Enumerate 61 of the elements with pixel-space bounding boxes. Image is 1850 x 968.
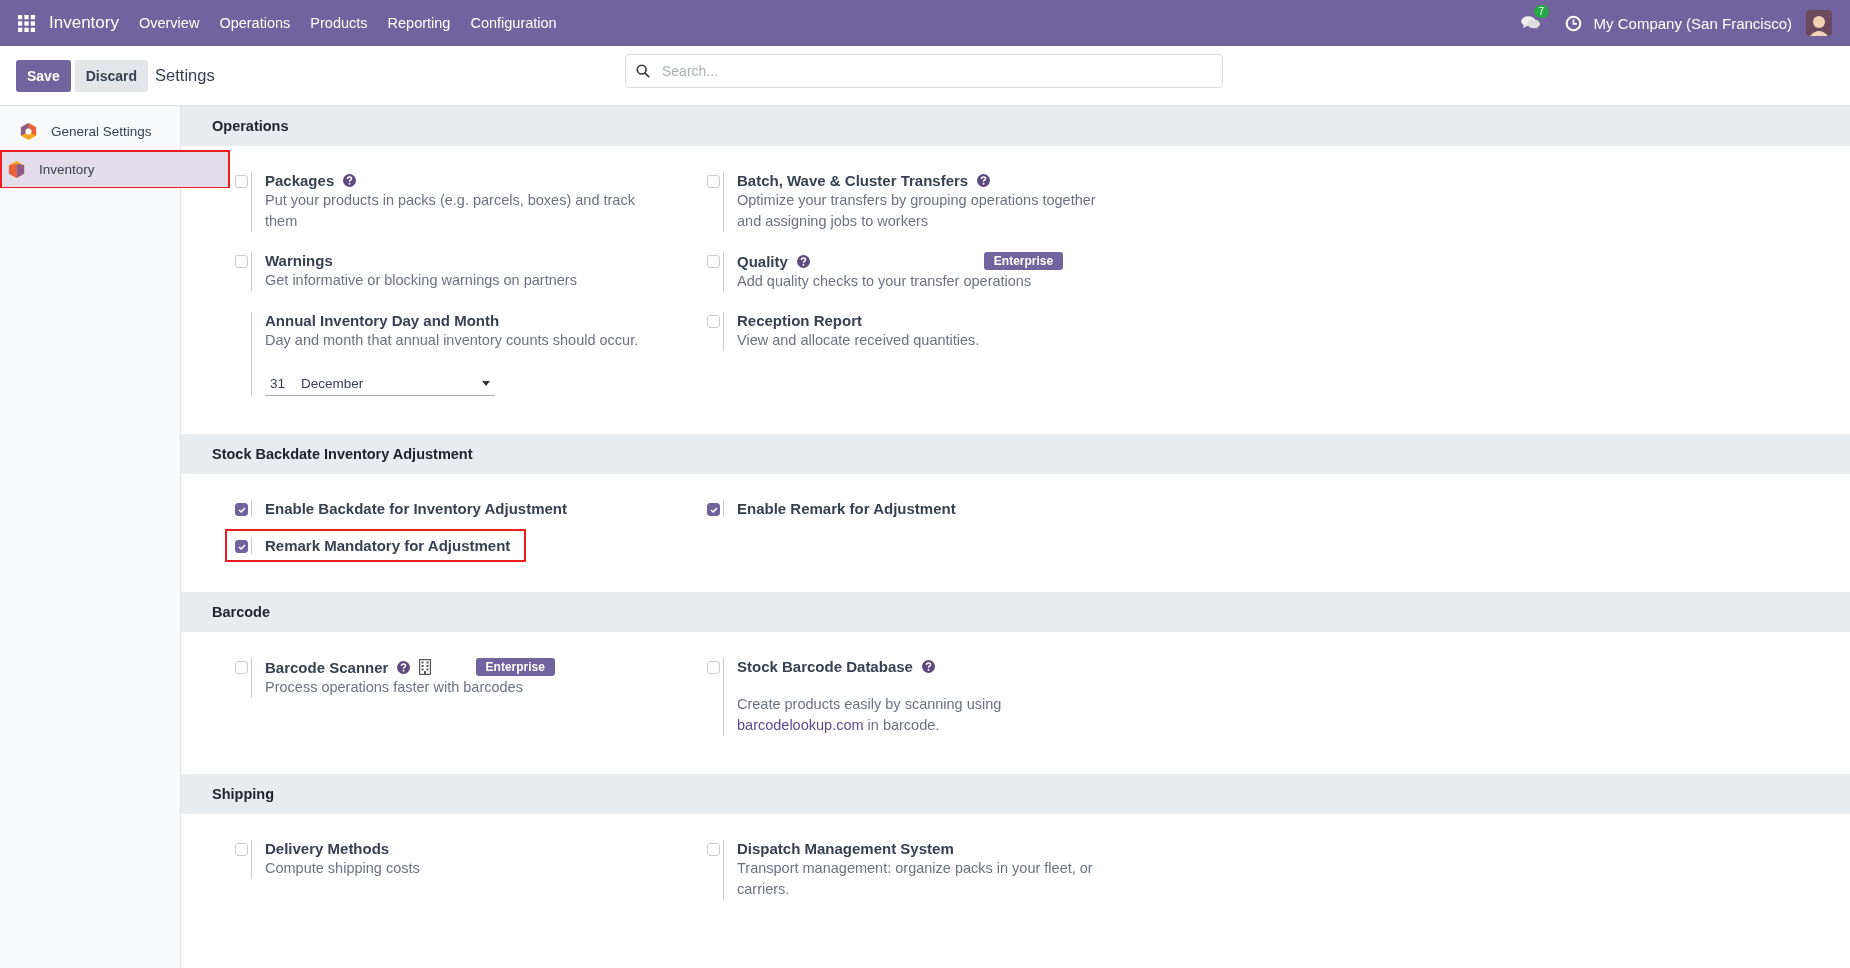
help-icon[interactable] [397, 660, 411, 674]
setting-title: Stock Barcode Database [737, 658, 913, 675]
company-switcher[interactable]: My Company (San Francisco) [1593, 14, 1792, 32]
setting-title: Packages [265, 172, 335, 189]
help-icon[interactable] [977, 174, 991, 187]
date-select[interactable]: 31 December [265, 373, 495, 396]
help-icon[interactable] [343, 174, 357, 187]
setting-title: Quality [737, 252, 788, 270]
sidebar-item[interactable]: General Settings [0, 112, 180, 150]
caret-icon [482, 381, 490, 386]
link[interactable]: barcodelookup.com [737, 717, 864, 733]
setting-title: Enable Remark for Adjustment [737, 500, 956, 517]
enterprise-badge: Enterprise [983, 252, 1064, 270]
section-header: Operations [181, 106, 1850, 146]
menu-item[interactable]: Overview [138, 15, 200, 31]
setting-description: Day and month that annual inventory counts should occur. [265, 331, 640, 350]
message-count-badge: 7 [1533, 5, 1550, 18]
setting-title: Annual Inventory Day and Month [265, 312, 500, 329]
search-field[interactable]: Search... [625, 54, 1223, 88]
menu-item[interactable]: Configuration [470, 15, 557, 31]
setting-title: Enable Backdate for Inventory Adjustment [265, 500, 567, 517]
enterprise-badge: Enterprise [475, 658, 555, 676]
setting-description: Create products easily by scanning using barcodelookup.com in barcode. [737, 695, 1003, 735]
apps-menu-icon[interactable] [18, 14, 35, 32]
setting-description: Get informative or blocking warnings on partners [265, 271, 578, 290]
setting-description: Compute shipping costs [265, 859, 421, 878]
menu-item[interactable]: Products [310, 15, 368, 31]
sidebar-item[interactable]: Inventory [0, 150, 230, 188]
setting-description: Process operations faster with barcodes [265, 678, 524, 697]
setting-description: View and allocate received quantities. [737, 331, 981, 350]
setting-description: Transport management: organize packs in your fleet, or carriers. [737, 859, 1094, 899]
setting-title: Warnings [265, 252, 333, 269]
avatar-icon[interactable] [1806, 10, 1832, 36]
setting-title: Dispatch Management System [737, 840, 954, 857]
hexagon-logo-icon [19, 121, 38, 141]
cube-icon [7, 159, 26, 179]
setting-title: Batch, Wave & Cluster Transfers [737, 172, 969, 189]
app-name[interactable]: Inventory [49, 13, 119, 33]
checkbox[interactable] [235, 540, 248, 553]
discard-button[interactable]: Discard [74, 59, 149, 92]
checkbox[interactable] [707, 503, 720, 516]
section-header: Stock Backdate Inventory Adjustment [181, 434, 1850, 474]
help-icon[interactable] [921, 660, 935, 673]
section-header: Barcode [181, 592, 1850, 632]
menu-item[interactable]: Operations [219, 15, 291, 31]
search-icon [636, 64, 650, 78]
help-icon[interactable] [796, 254, 810, 268]
menu-item[interactable]: Reporting [387, 15, 451, 31]
setting-description: Put your products in packs (e.g. parcels, boxes) and track them [265, 191, 636, 231]
setting-description: Optimize your transfers by grouping operations together and assigning jobs to workers [737, 191, 1097, 231]
setting-description: Add quality checks to your transfer operations [737, 272, 1033, 291]
setting-title: Barcode Scanner [265, 658, 389, 676]
save-button[interactable]: Save [16, 59, 71, 92]
setting-title: Delivery Methods [265, 840, 390, 857]
setting-title: Remark Mandatory for Adjustment [265, 537, 511, 554]
setting-title: Reception Report [737, 312, 862, 329]
section-header: Shipping [181, 774, 1850, 814]
chat-icon[interactable] [1520, 15, 1541, 31]
clock-icon[interactable] [1564, 14, 1582, 32]
page-title: Settings [155, 66, 215, 85]
checkbox[interactable] [235, 503, 248, 516]
